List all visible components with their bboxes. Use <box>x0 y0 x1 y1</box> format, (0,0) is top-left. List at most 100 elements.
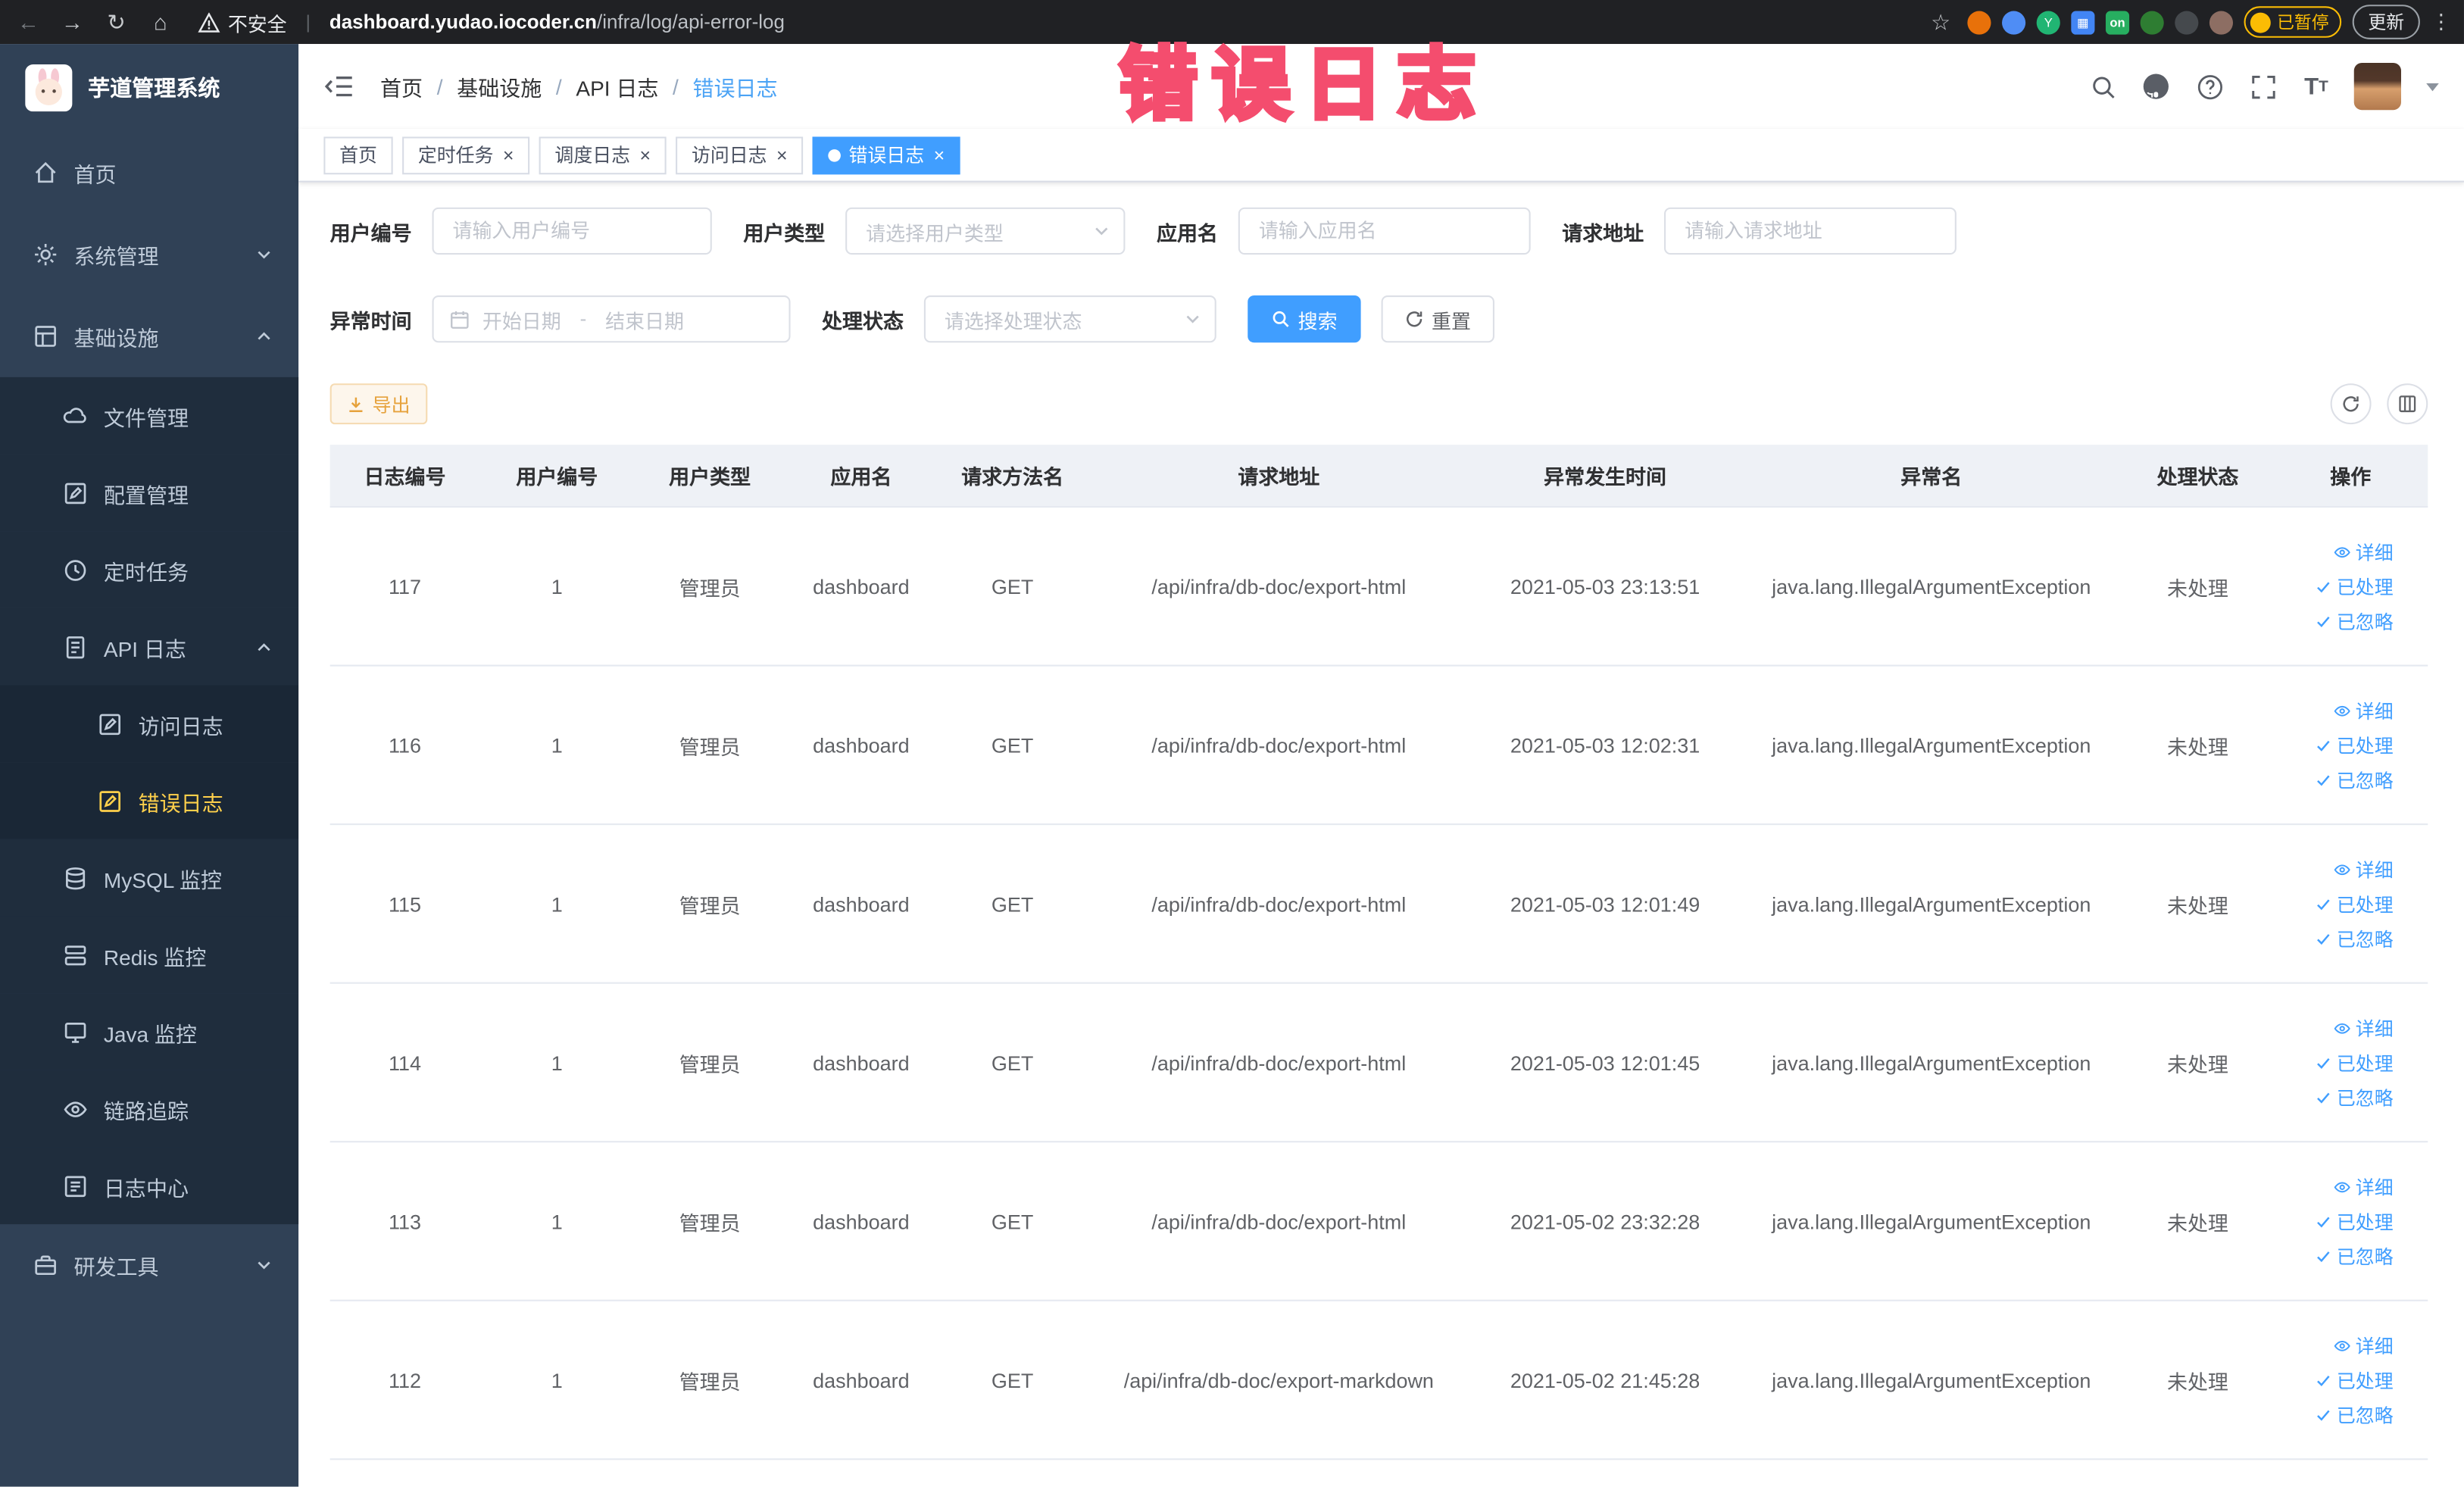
detail-link[interactable]: 详细 <box>2334 1332 2394 1358</box>
sidebar-item-access-log[interactable]: 访问日志 <box>0 685 299 763</box>
mark-ignored-link[interactable]: 已忽略 <box>2315 1083 2394 1110</box>
breadcrumb-api-log[interactable]: API 日志 <box>576 70 658 102</box>
address-bar[interactable]: dashboard.yudao.iocoder.cn/infra/log/api… <box>329 11 785 33</box>
chevron-down-icon <box>258 1261 270 1270</box>
fullscreen-icon[interactable] <box>2247 70 2278 102</box>
sidebar-item-java-monitor[interactable]: Java 监控 <box>0 993 299 1070</box>
process-status-select[interactable]: 请选择处理状态 <box>923 295 1216 343</box>
font-size-icon[interactable]: TT <box>2300 70 2331 102</box>
sidebar-item-cron-job[interactable]: 定时任务 <box>0 531 299 608</box>
cell-user-id: 1 <box>551 1367 563 1392</box>
row-actions: 详细 已处理 已忽略 <box>2273 508 2428 664</box>
breadcrumb-separator: / <box>673 74 679 98</box>
export-button[interactable]: 导出 <box>329 383 428 425</box>
sidebar-item-system[interactable]: 系统管理 <box>0 214 298 295</box>
detail-link[interactable]: 详细 <box>2334 697 2394 723</box>
browser-menu-icon[interactable]: ⋮ <box>2431 9 2451 34</box>
sidebar-item-mysql-monitor[interactable]: MySQL 监控 <box>0 839 299 917</box>
mark-processed-link[interactable]: 已处理 <box>2315 1207 2394 1234</box>
extension-icon-red[interactable] <box>1967 10 1991 34</box>
detail-link[interactable]: 详细 <box>2334 1014 2394 1041</box>
cell-user-id: 1 <box>551 1209 563 1233</box>
breadcrumb: 首页 / 基础设施 / API 日志 / 错误日志 <box>380 70 777 102</box>
filter-row-1: 用户编号 用户类型 请选择用户类型 应用名 <box>330 207 2428 255</box>
help-icon[interactable] <box>2194 70 2225 102</box>
reset-button[interactable]: 重置 <box>1381 295 1495 343</box>
detail-link[interactable]: 详细 <box>2334 539 2394 565</box>
detail-link-label: 详细 <box>2355 1176 2394 1198</box>
tab-schedule-log[interactable]: 调度日志 × <box>539 136 667 174</box>
extension-icon-blue[interactable] <box>2002 10 2026 34</box>
extension-icon-leaf[interactable] <box>2140 10 2164 34</box>
tab-close-icon[interactable]: × <box>934 145 945 164</box>
avatar-caret-icon[interactable] <box>2426 82 2439 91</box>
mark-ignored-link[interactable]: 已忽略 <box>2315 608 2394 634</box>
search-icon[interactable] <box>2087 70 2118 102</box>
mark-processed-link[interactable]: 已处理 <box>2315 1049 2394 1076</box>
reload-icon[interactable]: ↻ <box>101 6 132 37</box>
detail-link[interactable]: 详细 <box>2334 856 2394 883</box>
mark-ignored-link[interactable]: 已忽略 <box>2315 1242 2394 1269</box>
cell-user-type: 管理员 <box>679 1211 741 1235</box>
forward-icon[interactable]: → <box>57 6 88 37</box>
extension-icon-grid[interactable]: ▦ <box>2071 10 2095 34</box>
column-settings-button[interactable] <box>2387 383 2428 425</box>
update-button[interactable]: 更新 <box>2352 5 2420 39</box>
mark-processed-link[interactable]: 已处理 <box>2315 732 2394 758</box>
sidebar-item-config-management[interactable]: 配置管理 <box>0 454 299 532</box>
refresh-table-button[interactable] <box>2330 383 2372 425</box>
mark-processed-link[interactable]: 已处理 <box>2315 573 2394 599</box>
search-button[interactable]: 搜索 <box>1248 295 1361 343</box>
breadcrumb-home[interactable]: 首页 <box>380 70 423 102</box>
extension-icon-dark[interactable] <box>2175 10 2199 34</box>
breadcrumb-infra[interactable]: 基础设施 <box>457 70 542 102</box>
tab-close-icon[interactable]: × <box>639 145 651 164</box>
date-range-picker[interactable]: 开始日期 - 结束日期 <box>432 295 791 343</box>
collapse-sidebar-icon[interactable] <box>323 70 354 102</box>
app-logo[interactable]: 芋道管理系统 <box>0 44 298 132</box>
sidebar-item-dev-tools[interactable]: 研发工具 <box>0 1224 298 1306</box>
sidebar-item-trace[interactable]: 链路追踪 <box>0 1070 299 1148</box>
smiley-icon <box>2250 11 2271 33</box>
tab-close-icon[interactable]: × <box>776 145 788 164</box>
github-icon[interactable] <box>2141 70 2172 102</box>
home-icon[interactable]: ⌂ <box>145 6 176 37</box>
cell-exception-name: java.lang.IllegalArgumentException <box>1772 733 2091 757</box>
cell-app-name: dashboard <box>813 574 910 598</box>
tab-cron-job[interactable]: 定时任务 × <box>402 136 530 174</box>
sidebar-item-redis-monitor[interactable]: Redis 监控 <box>0 916 299 994</box>
back-icon[interactable]: ← <box>13 6 44 37</box>
extension-icon-green[interactable]: Y <box>2036 10 2060 34</box>
tab-close-icon[interactable]: × <box>503 145 514 164</box>
cell-request-url: /api/infra/db-doc/export-html <box>1151 733 1407 757</box>
tab-access-log[interactable]: 访问日志 × <box>676 136 804 174</box>
profile-avatar-icon[interactable] <box>2209 10 2234 34</box>
request-url-input[interactable] <box>1664 207 1957 255</box>
sidebar-item-error-log[interactable]: 错误日志 <box>0 762 299 839</box>
extension-icon-on[interactable]: on <box>2105 10 2130 34</box>
user-type-select[interactable]: 请选择用户类型 <box>845 207 1126 255</box>
detail-link[interactable]: 详细 <box>2334 1173 2394 1200</box>
sidebar-item-log-center[interactable]: 日志中心 <box>0 1147 299 1225</box>
sidebar-item-home[interactable]: 首页 <box>0 132 298 214</box>
mark-processed-link[interactable]: 已处理 <box>2315 1367 2394 1393</box>
mark-ignored-link[interactable]: 已忽略 <box>2315 766 2394 792</box>
site-security[interactable]: 不安全 <box>198 7 287 36</box>
user-id-input[interactable] <box>432 207 712 255</box>
sidebar-item-api-log[interactable]: API 日志 <box>0 608 299 686</box>
mark-ignored-link[interactable]: 已忽略 <box>2315 1401 2394 1428</box>
app-name-input[interactable] <box>1238 207 1531 255</box>
user-avatar[interactable] <box>2353 62 2401 111</box>
check-icon <box>2317 774 2330 786</box>
sidebar-item-label: 系统管理 <box>73 245 159 269</box>
tab-error-log[interactable]: 错误日志 × <box>812 136 960 174</box>
tab-home[interactable]: 首页 <box>323 136 393 174</box>
bookmark-star-icon[interactable]: ☆ <box>1925 6 1956 37</box>
column-header: 应用名 <box>830 465 892 489</box>
paused-label: 已暂停 <box>2277 14 2329 33</box>
mark-processed-link[interactable]: 已处理 <box>2315 890 2394 917</box>
sidebar-item-file-management[interactable]: 文件管理 <box>0 376 299 455</box>
mark-ignored-link[interactable]: 已忽略 <box>2315 925 2394 951</box>
paused-badge[interactable]: 已暂停 <box>2244 6 2342 38</box>
sidebar-item-infrastructure[interactable]: 基础设施 <box>0 295 298 377</box>
